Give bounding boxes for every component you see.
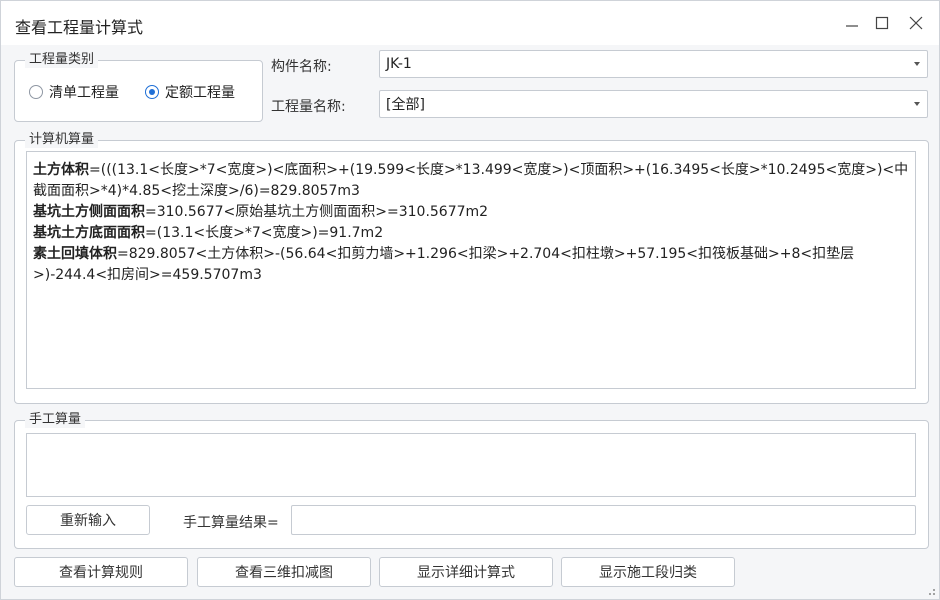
formula-line: 素土回填体积=829.8057<土方体积>-(56.64<扣剪力墙>+1.296…	[33, 244, 909, 286]
manual-result-label: 手工算量结果=	[183, 515, 279, 531]
formula-expr: =829.8057<土方体积>-(56.64<扣剪力墙>+1.296<扣梁>+2…	[33, 246, 855, 283]
formula-line: 土方体积=(((13.1<长度>*7<宽度>)<底面积>+(19.599<长度>…	[33, 160, 909, 202]
manual-calc-group: 手工算量 重新输入 手工算量结果=	[14, 412, 929, 549]
formula-expr: =310.5677<原始基坑土方侧面面积>=310.5677m2	[145, 204, 489, 220]
dialog-window: 查看工程量计算式 工程量类别 清单工程量 定额工程量 构件名称: JK-1 工程…	[0, 0, 940, 600]
minimize-icon	[846, 25, 858, 27]
radio-bill-qty[interactable]: 清单工程量	[29, 82, 119, 102]
component-name-label: 构件名称:	[271, 59, 332, 75]
radio-bill-qty-label: 清单工程量	[49, 85, 119, 101]
title-bar: 查看工程量计算式	[1, 1, 939, 45]
manual-result-field[interactable]	[291, 505, 916, 535]
window-title: 查看工程量计算式	[15, 18, 144, 37]
component-name-value: JK-1	[386, 56, 412, 72]
radio-quota-qty-label: 定额工程量	[165, 85, 235, 101]
show-detailed-formula-button[interactable]: 显示详细计算式	[379, 557, 553, 587]
formula-line: 基坑土方侧面面积=310.5677<原始基坑土方侧面面积>=310.5677m2	[33, 202, 909, 223]
manual-calc-input[interactable]	[26, 433, 916, 497]
reenter-button[interactable]: 重新输入	[26, 505, 150, 535]
manual-calc-legend: 手工算量	[25, 412, 86, 428]
formula-name: 基坑土方底面面积	[33, 225, 145, 241]
view-calc-rules-button[interactable]: 查看计算规则	[14, 557, 188, 587]
formula-name: 素土回填体积	[33, 246, 117, 262]
qty-name-select[interactable]: [全部]	[379, 90, 928, 118]
chevron-down-icon	[914, 62, 920, 66]
qty-name-value: [全部]	[386, 97, 425, 113]
minimize-button[interactable]	[837, 9, 867, 37]
radio-quota-qty[interactable]: 定额工程量	[145, 82, 235, 102]
formula-name: 土方体积	[33, 162, 89, 178]
component-name-select[interactable]: JK-1	[379, 50, 928, 78]
computer-calc-legend: 计算机算量	[25, 132, 99, 148]
formula-line: 基坑土方底面面积=(13.1<长度>*7<宽度>)=91.7m2	[33, 223, 909, 244]
formula-name: 基坑土方侧面面积	[33, 204, 145, 220]
show-section-classify-button[interactable]: 显示施工段归类	[561, 557, 735, 587]
close-button[interactable]	[901, 9, 931, 37]
maximize-button[interactable]	[867, 9, 897, 37]
qty-category-legend: 工程量类别	[25, 52, 99, 68]
view-3d-deduction-button[interactable]: 查看三维扣减图	[197, 557, 371, 587]
formula-expr: =(13.1<长度>*7<宽度>)=91.7m2	[145, 225, 384, 241]
qty-category-group: 工程量类别 清单工程量 定额工程量	[14, 52, 263, 122]
computer-calc-text[interactable]: 土方体积=(((13.1<长度>*7<宽度>)<底面积>+(19.599<长度>…	[26, 151, 916, 389]
maximize-icon	[875, 16, 889, 30]
formula-expr: =(((13.1<长度>*7<宽度>)<底面积>+(19.599<长度>*13.…	[33, 162, 909, 199]
computer-calc-group: 计算机算量 土方体积=(((13.1<长度>*7<宽度>)<底面积>+(19.5…	[14, 132, 929, 404]
resize-grip-icon[interactable]	[926, 586, 936, 596]
radio-quota-qty-indicator[interactable]	[145, 85, 159, 99]
close-icon	[909, 16, 923, 30]
radio-bill-qty-indicator[interactable]	[29, 85, 43, 99]
qty-name-label: 工程量名称:	[271, 99, 346, 115]
chevron-down-icon	[914, 102, 920, 106]
